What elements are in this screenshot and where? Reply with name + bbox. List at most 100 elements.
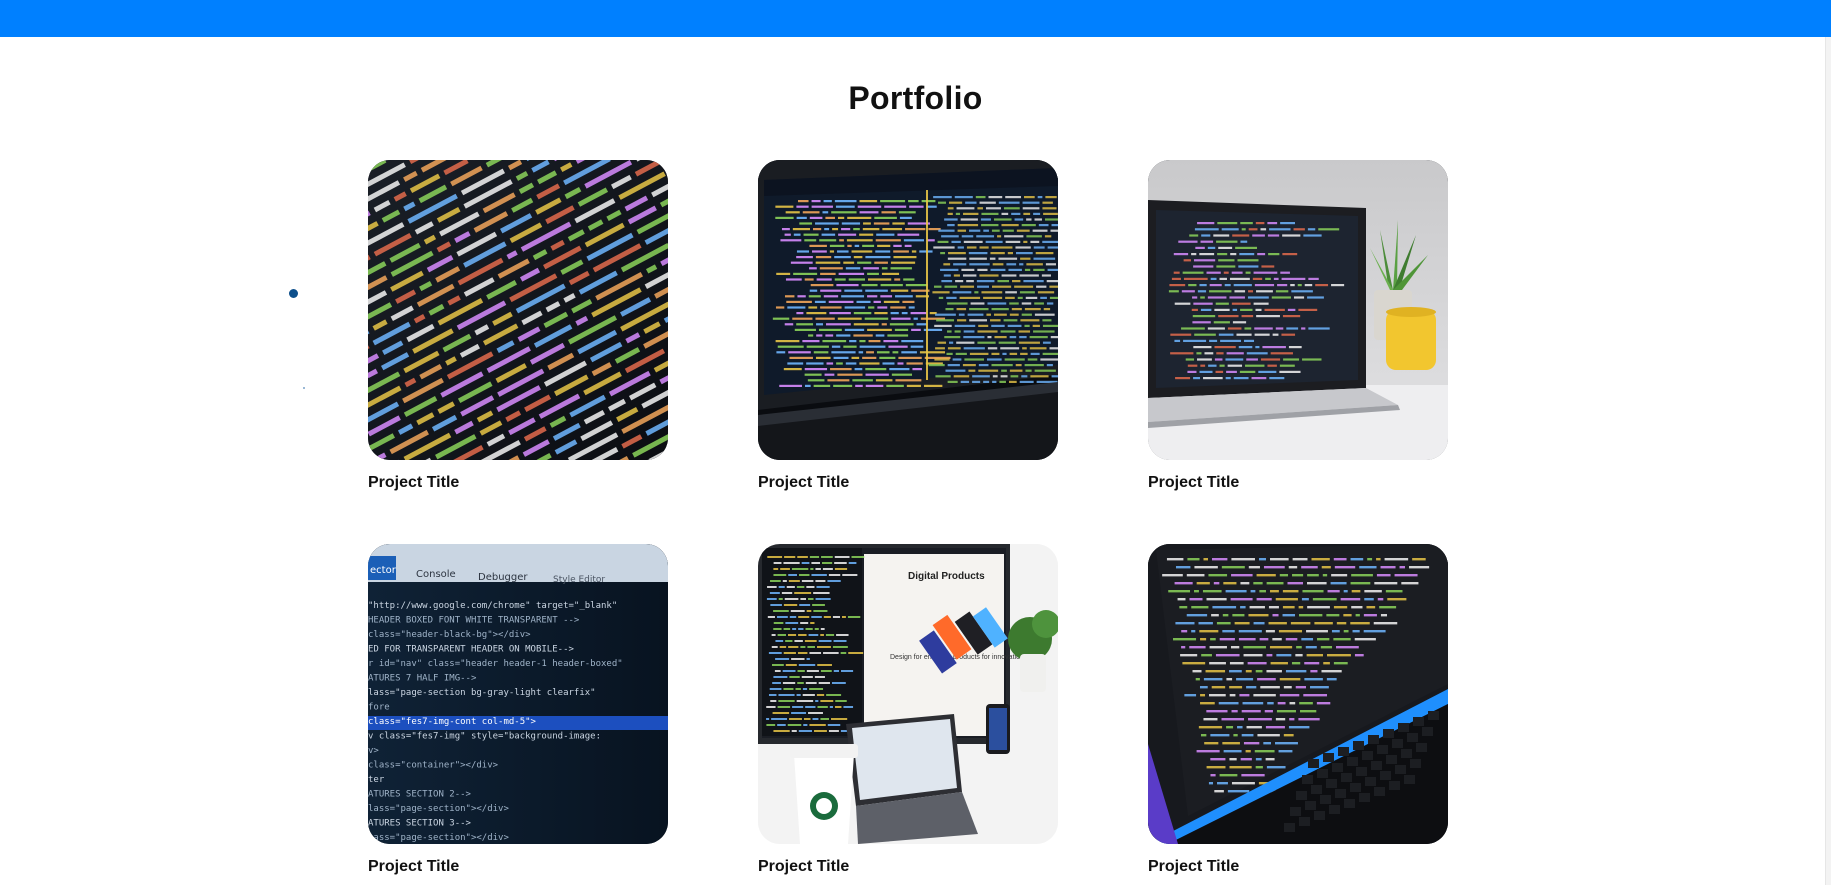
code-line-mark: [1380, 614, 1388, 617]
code-line-mark: [1033, 246, 1045, 249]
scrollbar[interactable]: [1825, 37, 1831, 885]
code-line-mark: [832, 646, 848, 648]
project-title[interactable]: Project Title: [758, 474, 1058, 492]
code-closeup-image[interactable]: [368, 160, 668, 460]
code-line-mark: [998, 341, 1016, 344]
code-line-mark: [992, 375, 998, 378]
code-line-mark: [1367, 558, 1373, 561]
code-line-mark: [801, 562, 810, 564]
code-line-mark: [1298, 308, 1318, 311]
code-line-mark: [940, 268, 959, 271]
code-line-mark: [809, 688, 824, 690]
project-title[interactable]: Project Title: [1148, 474, 1448, 492]
desk-setup-image[interactable]: Digital Products Design for enduring pro…: [758, 544, 1058, 844]
code-line-mark: [1347, 757, 1358, 766]
code-line-mark: [1185, 358, 1195, 361]
code-line-mark: [833, 670, 840, 672]
code-line-mark: [1379, 606, 1397, 609]
code-line-mark: [1373, 622, 1398, 625]
code-line-mark: [818, 682, 830, 684]
code-line-mark: [1187, 370, 1197, 373]
project-title[interactable]: Project Title: [368, 474, 668, 492]
code-line-mark: [1210, 734, 1230, 737]
code-line-mark: [913, 317, 918, 320]
code-line-mark: [859, 211, 879, 214]
code-line-mark: [851, 356, 860, 359]
code-line-mark: [833, 640, 847, 642]
code-line-mark: [952, 358, 962, 361]
code-line-mark: [1246, 726, 1262, 729]
code-line-mark: [835, 205, 855, 208]
devtools-inspector-image[interactable]: ector Console Debugger Style Editor "htt…: [368, 544, 668, 844]
code-line-mark: [785, 278, 802, 281]
code-line-mark: [976, 235, 995, 238]
project-title[interactable]: Project Title: [368, 858, 668, 876]
laptop-code-dark-image[interactable]: [758, 160, 1058, 460]
code-line-mark: [812, 250, 827, 253]
portfolio-card[interactable]: Project Title: [1148, 544, 1448, 876]
code-line-mark: [773, 676, 788, 678]
code-line-mark: [911, 250, 917, 253]
code-line-mark: [1014, 218, 1024, 221]
code-line-mark: [1024, 308, 1041, 311]
code-line-mark: [1239, 253, 1255, 256]
code-line-mark: [912, 368, 922, 371]
code-line-mark: [1001, 224, 1019, 227]
code-line-mark: [786, 586, 795, 588]
code-line-mark: [1238, 630, 1262, 633]
code-line-mark: [859, 340, 866, 343]
devtools-code-line: ATURES 7 HALF IMG-->: [368, 674, 477, 684]
code-line-mark: [932, 291, 950, 294]
code-line-mark: [1246, 686, 1257, 689]
code-line-mark: [811, 200, 821, 203]
code-line-mark: [1209, 284, 1222, 287]
code-line-mark: [1200, 694, 1206, 697]
code-line-mark: [804, 278, 814, 281]
code-line-mark: [1282, 253, 1298, 256]
portfolio-card[interactable]: ector Console Debugger Style Editor "htt…: [368, 544, 668, 876]
code-line-mark: [1263, 742, 1272, 745]
code-line-mark: [1171, 277, 1181, 280]
code-line-mark: [1272, 333, 1279, 336]
code-line-mark: [966, 280, 974, 283]
code-line-mark: [1000, 347, 1020, 350]
code-line-mark: [978, 369, 999, 372]
code-line-mark: [952, 291, 972, 294]
portfolio-card[interactable]: Project Title: [368, 160, 668, 492]
code-line-mark: [991, 364, 1013, 367]
project-title[interactable]: Project Title: [758, 858, 1058, 876]
code-line-mark: [868, 278, 892, 281]
portfolio-card[interactable]: Project Title: [758, 160, 1058, 492]
project-title[interactable]: Project Title: [1148, 858, 1448, 876]
code-line-mark: [1200, 296, 1205, 299]
code-line-mark: [1014, 285, 1034, 288]
code-line-mark: [1282, 614, 1296, 617]
code-line-mark: [1356, 767, 1367, 776]
code-line-mark: [1398, 723, 1409, 732]
code-line-mark: [826, 694, 842, 696]
code-line-mark: [851, 556, 865, 558]
portfolio-card[interactable]: Project Title: [1148, 160, 1448, 492]
code-line-mark: [1174, 339, 1181, 342]
code-line-mark: [798, 634, 807, 636]
code-line-mark: [941, 235, 959, 238]
code-line-mark: [847, 616, 861, 618]
laptop-desk-plant-image[interactable]: [1148, 160, 1448, 460]
code-line-mark: [778, 700, 795, 702]
code-line-mark: [890, 261, 916, 264]
code-line-mark: [926, 190, 928, 380]
portfolio-card[interactable]: Digital Products Design for enduring pro…: [758, 544, 1058, 876]
code-line-mark: [1046, 280, 1058, 283]
code-line-mark: [1181, 327, 1205, 330]
code-line-mark: [1168, 590, 1191, 593]
code-line-mark: [831, 351, 856, 354]
code-line-mark: [859, 362, 880, 365]
code-line-mark: [787, 634, 797, 636]
code-line-mark: [801, 580, 814, 582]
code-line-mark: [820, 289, 842, 292]
laptop-code-blue-image[interactable]: [1148, 544, 1448, 844]
code-line-mark: [1239, 694, 1250, 697]
code-line-mark: [1267, 234, 1280, 237]
code-line-mark: [960, 380, 970, 383]
code-line-mark: [1205, 670, 1226, 673]
